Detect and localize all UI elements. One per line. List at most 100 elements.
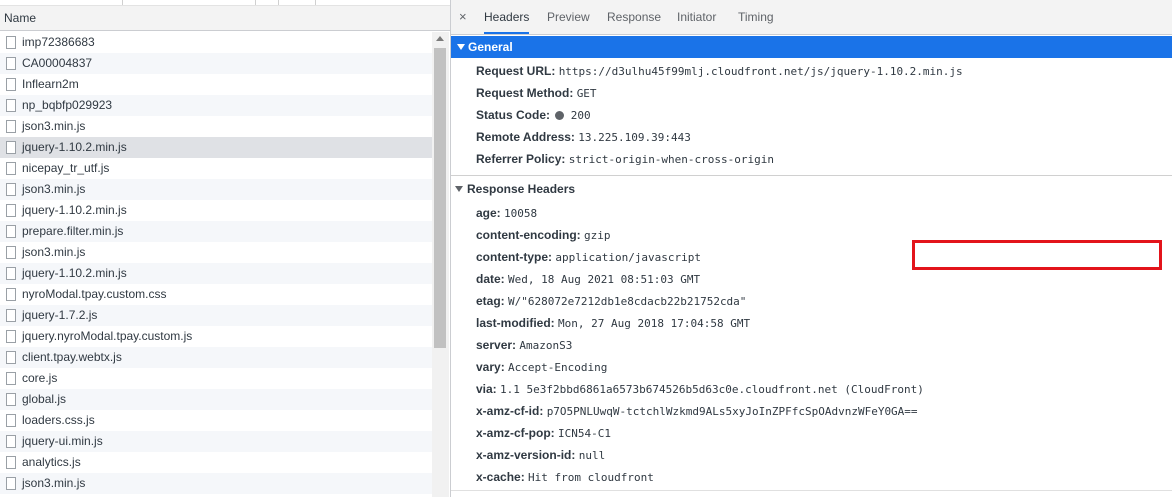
request-row[interactable]: jquery-1.10.2.min.js xyxy=(0,200,432,221)
header-value: 1.1 5e3f2bbd6861a6573b674526b5d63c0e.clo… xyxy=(500,383,924,396)
tab-preview[interactable]: Preview xyxy=(547,0,590,34)
file-icon xyxy=(6,78,16,91)
response-headers-title: Response Headers xyxy=(467,182,576,196)
file-icon xyxy=(6,288,16,301)
request-row[interactable]: analytics.js xyxy=(0,452,432,473)
status-code-key: Status Code: xyxy=(476,108,551,122)
remote-address-key: Remote Address: xyxy=(476,130,575,144)
close-icon[interactable]: × xyxy=(459,9,467,24)
file-icon xyxy=(6,477,16,490)
request-row[interactable]: Inflearn2m xyxy=(0,74,432,95)
response-header-row: age: 10058 xyxy=(476,206,537,220)
file-icon xyxy=(6,141,16,154)
section-divider xyxy=(451,490,1172,491)
request-row[interactable]: client.tpay.webtx.js xyxy=(0,347,432,368)
header-key: x-cache: xyxy=(476,470,525,484)
name-column-header[interactable]: Name xyxy=(0,6,450,31)
request-row[interactable]: json3.min.js xyxy=(0,242,432,263)
header-key: content-type: xyxy=(476,250,552,264)
response-header-row: x-cache: Hit from cloudfront xyxy=(476,470,654,484)
request-name: json3.min.js xyxy=(22,182,86,196)
request-name: jquery-1.7.2.js xyxy=(22,308,98,322)
request-name: imp72386683 xyxy=(22,35,95,49)
file-icon xyxy=(6,225,16,238)
header-value: Hit from cloudfront xyxy=(528,471,654,484)
file-icon xyxy=(6,57,16,70)
header-value: 10058 xyxy=(504,207,538,220)
request-row[interactable]: json3.min.js xyxy=(0,116,432,137)
request-list-scrollbar[interactable] xyxy=(432,32,449,497)
file-icon xyxy=(6,456,16,469)
response-headers-section-header[interactable]: Response Headers xyxy=(455,182,575,196)
request-method-value: GET xyxy=(576,87,597,100)
request-row[interactable]: jquery-ui.min.js xyxy=(0,431,432,452)
request-row[interactable]: prepare.filter.min.js xyxy=(0,221,432,242)
general-section-header[interactable]: General xyxy=(451,36,1172,58)
request-name: prepare.filter.min.js xyxy=(22,224,124,238)
request-row[interactable]: np_bqbfp029923 xyxy=(0,95,432,116)
header-key: x-amz-cf-id: xyxy=(476,404,544,418)
header-key: via: xyxy=(476,382,497,396)
status-dot-icon xyxy=(555,111,565,121)
file-icon xyxy=(6,36,16,49)
request-row[interactable]: json3.min.js xyxy=(0,179,432,200)
response-header-row: content-type: application/javascript xyxy=(476,250,701,264)
tab-timing[interactable]: Timing xyxy=(738,0,774,34)
tab-headers[interactable]: Headers xyxy=(484,0,530,34)
response-header-row: date: Wed, 18 Aug 2021 08:51:03 GMT xyxy=(476,272,700,286)
remote-address-value: 13.225.109.39:443 xyxy=(578,131,691,144)
request-name: json3.min.js xyxy=(22,119,86,133)
request-name: np_bqbfp029923 xyxy=(22,98,113,112)
header-value: Wed, 18 Aug 2021 08:51:03 GMT xyxy=(508,273,701,286)
response-header-row: vary: Accept-Encoding xyxy=(476,360,607,374)
expand-triangle-icon xyxy=(457,44,465,50)
file-icon xyxy=(6,204,16,217)
header-key: content-encoding: xyxy=(476,228,581,242)
request-row[interactable]: jquery-1.10.2.min.js xyxy=(0,263,432,284)
scroll-up-icon[interactable] xyxy=(436,36,444,41)
request-row[interactable]: nyroModal.tpay.custom.css xyxy=(0,284,432,305)
header-value: Mon, 27 Aug 2018 17:04:58 GMT xyxy=(558,317,751,330)
request-row[interactable]: core.js xyxy=(0,368,432,389)
file-icon xyxy=(6,414,16,427)
request-detail-panel: × Headers Preview Response Initiator Tim… xyxy=(451,0,1172,497)
request-name: CA00004837 xyxy=(22,56,93,70)
file-icon xyxy=(6,309,16,322)
request-name: loaders.css.js xyxy=(22,413,95,427)
scrollbar-thumb[interactable] xyxy=(434,48,446,348)
file-icon xyxy=(6,372,16,385)
request-name: jquery-ui.min.js xyxy=(22,434,103,448)
header-key: x-amz-version-id: xyxy=(476,448,576,462)
request-name: global.js xyxy=(22,392,67,406)
status-code-value: 200 xyxy=(570,109,591,122)
response-header-row: x-amz-cf-id: p7O5PNLUwqW-tctchlWzkmd9ALs… xyxy=(476,404,918,418)
request-row[interactable]: nicepay_tr_utf.js xyxy=(0,158,432,179)
request-name: jquery-1.10.2.min.js xyxy=(22,266,127,280)
tab-response[interactable]: Response xyxy=(607,0,661,34)
request-rows: imp72386683 CA00004837 Inflearn2m np_bqbfp0… xyxy=(0,32,432,497)
header-key: x-amz-cf-pop: xyxy=(476,426,555,440)
general-title: General xyxy=(468,40,513,54)
file-icon xyxy=(6,183,16,196)
request-name: Inflearn2m xyxy=(22,77,79,91)
request-row[interactable]: global.js xyxy=(0,389,432,410)
request-name: nicepay_tr_utf.js xyxy=(22,161,110,175)
request-row[interactable]: loaders.css.js xyxy=(0,410,432,431)
request-row[interactable]: jquery.nyroModal.tpay.custom.js xyxy=(0,326,432,347)
tab-initiator[interactable]: Initiator xyxy=(677,0,716,34)
request-list-panel: Name imp72386683 CA00004837 Inflearn2m np_b… xyxy=(0,0,451,497)
request-url-key: Request URL: xyxy=(476,64,556,78)
file-icon xyxy=(6,267,16,280)
request-row[interactable]: CA00004837 xyxy=(0,53,432,74)
detail-tabs: × Headers Preview Response Initiator Tim… xyxy=(451,0,1172,35)
request-name: jquery.nyroModal.tpay.custom.js xyxy=(22,329,193,343)
request-row[interactable]: json3.min.js xyxy=(0,473,432,494)
request-row[interactable]: jquery-1.10.2.min.js xyxy=(0,137,432,158)
header-value: W/"628072e7212db1e8cdacb22b21752cda" xyxy=(508,295,747,308)
header-key: vary: xyxy=(476,360,505,374)
header-value: AmazonS3 xyxy=(519,339,573,352)
request-row[interactable]: imp72386683 xyxy=(0,32,432,53)
request-row[interactable]: jquery-1.7.2.js xyxy=(0,305,432,326)
referrer-policy-key: Referrer Policy: xyxy=(476,152,566,166)
response-header-row: content-encoding: gzip xyxy=(476,228,611,242)
